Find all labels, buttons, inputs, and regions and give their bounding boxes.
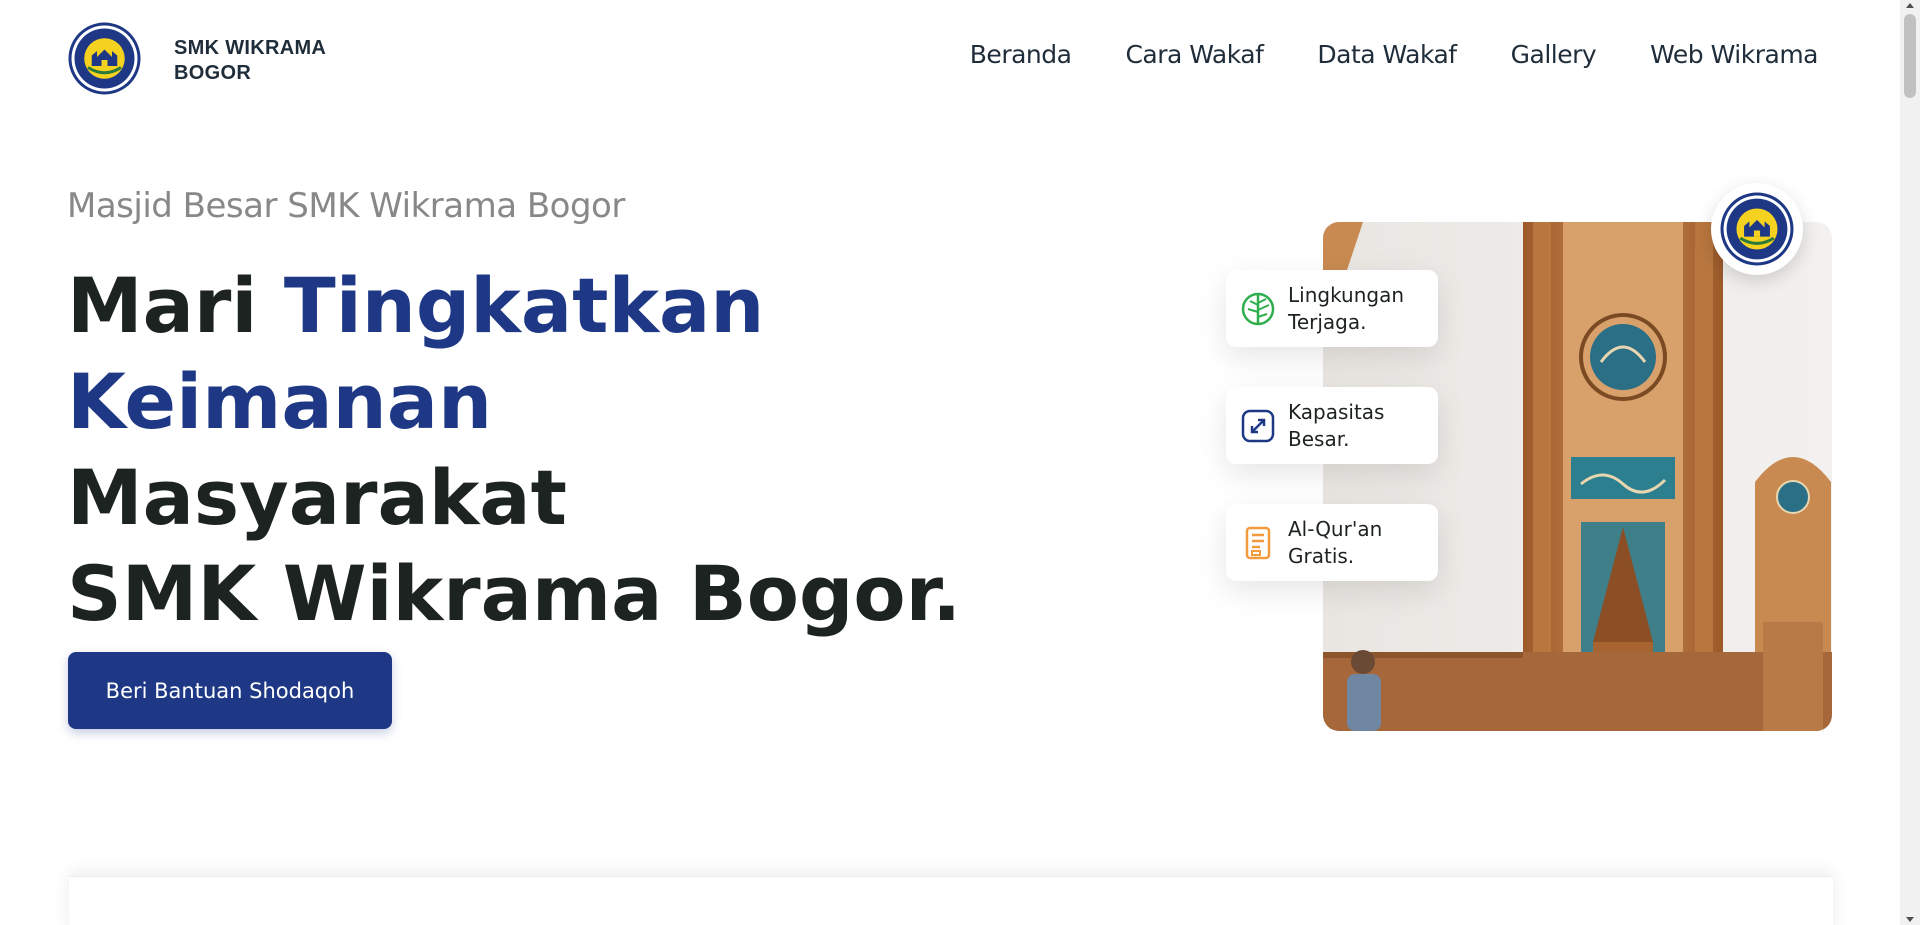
book-icon xyxy=(1240,525,1276,561)
nav-item-cara-wakaf[interactable]: Cara Wakaf xyxy=(1125,40,1263,69)
nav-item-web-wikrama[interactable]: Web Wikrama xyxy=(1650,40,1818,69)
nav-item-data-wakaf[interactable]: Data Wakaf xyxy=(1317,40,1457,69)
nav-item-beranda[interactable]: Beranda xyxy=(970,40,1072,69)
feature-card-kapasitas: Kapasitas Besar. xyxy=(1226,387,1438,464)
smk-wikrama-emblem-icon xyxy=(1720,192,1794,266)
headline-highlight2: Keimanan xyxy=(67,357,493,446)
brand-name[interactable]: SMK WIKRAMA BOGOR xyxy=(174,36,326,86)
headline-part3: SMK Wikrama Bogor. xyxy=(67,549,962,638)
feature-label-line1: Lingkungan xyxy=(1288,282,1405,307)
feature-label-line1: Al-Qur'an xyxy=(1288,516,1383,541)
smk-wikrama-logo[interactable] xyxy=(67,21,142,96)
smk-wikrama-emblem-icon xyxy=(68,22,141,95)
feature-label: Kapasitas Besar. xyxy=(1288,399,1428,453)
site-header: SMK WIKRAMA BOGOR Beranda Cara Wakaf Dat… xyxy=(0,0,1900,115)
page-scrollbar[interactable] xyxy=(1900,0,1920,925)
feature-label: Al-Qur'an Gratis. xyxy=(1288,516,1428,570)
brand-name-line2: BOGOR xyxy=(174,62,252,84)
hero-eyebrow: Masjid Besar SMK Wikrama Bogor xyxy=(67,186,625,226)
expand-icon xyxy=(1240,408,1276,444)
leaf-icon xyxy=(1240,291,1276,327)
feature-label-line2: Gratis. xyxy=(1288,543,1355,568)
scroll-up-arrow-icon[interactable] xyxy=(1906,3,1914,8)
donate-button[interactable]: Beri Bantuan Shodaqoh xyxy=(68,652,392,729)
headline-highlight1: Tingkatkan xyxy=(283,261,765,350)
scrollbar-thumb[interactable] xyxy=(1904,14,1916,98)
feature-card-lingkungan: Lingkungan Terjaga. xyxy=(1226,270,1438,347)
feature-label-line2: Besar. xyxy=(1288,426,1350,451)
feature-label-line2: Terjaga. xyxy=(1288,309,1367,334)
floating-logo-badge xyxy=(1711,183,1803,275)
feature-label-line1: Kapasitas xyxy=(1288,399,1385,424)
feature-card-alquran: Al-Qur'an Gratis. xyxy=(1226,504,1438,581)
scroll-down-arrow-icon[interactable] xyxy=(1906,917,1914,922)
headline-part2: Masyarakat xyxy=(67,453,567,542)
headline-part1: Mari xyxy=(67,261,284,350)
next-section-card xyxy=(69,876,1833,925)
hero-headline: Mari Tingkatkan Keimanan Masyarakat SMK … xyxy=(67,258,967,642)
main-nav: Beranda Cara Wakaf Data Wakaf Gallery We… xyxy=(970,40,1819,69)
nav-item-gallery[interactable]: Gallery xyxy=(1511,40,1597,69)
brand-name-line1: SMK WIKRAMA xyxy=(174,37,327,59)
feature-label: Lingkungan Terjaga. xyxy=(1288,282,1428,336)
